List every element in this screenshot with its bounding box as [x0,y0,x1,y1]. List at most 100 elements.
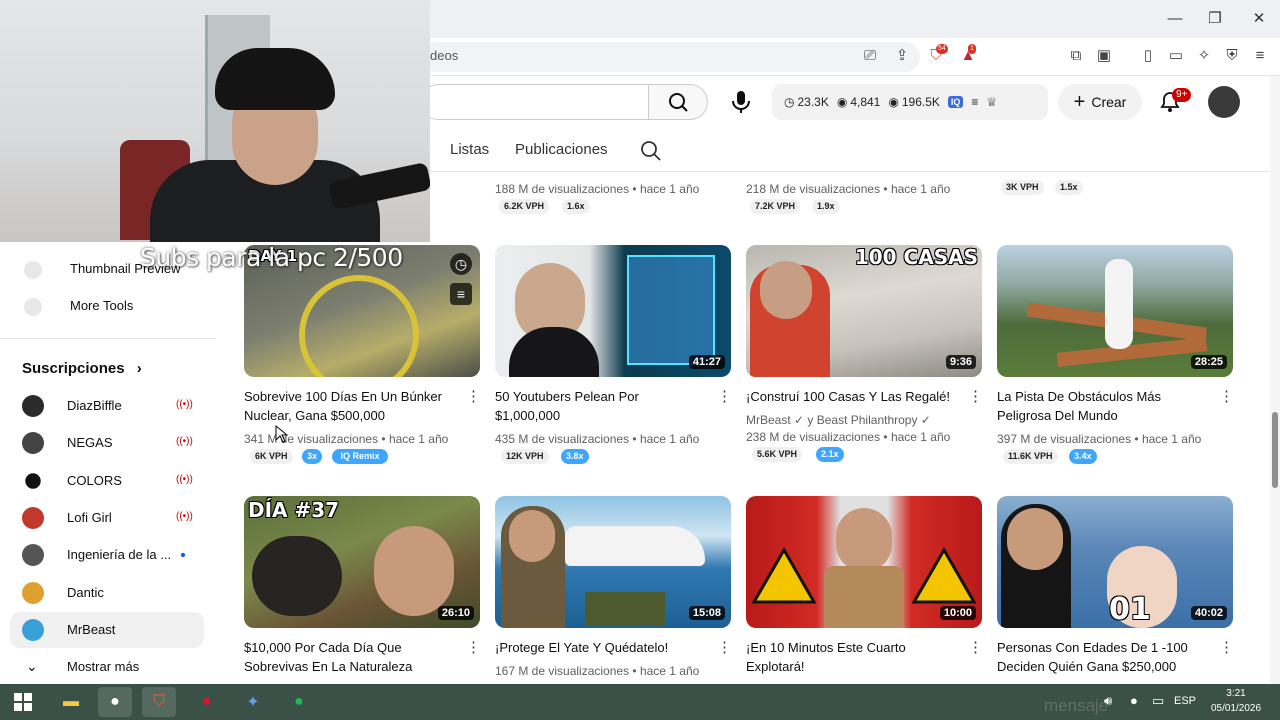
video-title[interactable]: 50 Youtubers Pelean Por $1,000,000 [495,387,707,425]
sidebar-subscription-ingenieria[interactable]: Ingeniería de la ... [10,537,204,573]
share-icon[interactable]: ⇪ [892,46,912,66]
reading-list-icon[interactable]: ▣ [1094,46,1114,66]
channel-name: MrBeast [67,622,116,637]
sidebar-divider [0,338,216,339]
vpn-icon[interactable]: ⛨ [1222,46,1242,66]
list-icon[interactable]: ≡ [971,95,978,109]
video-thumbnail[interactable]: 41:27 [495,245,731,377]
language-indicator[interactable]: ESP [1174,695,1196,707]
ratio-pill: 1.5x [1055,180,1083,195]
video-title[interactable]: ¡Construí 100 Casas Y Las Regalé! [746,387,958,406]
video-thumbnail[interactable]: 01 40:02 [997,496,1233,628]
thumbnail-bear [252,536,342,616]
video-title[interactable]: ¡Protege El Yate Y Quédatelo! [495,638,707,657]
microphone-tray-icon[interactable]: ● [1130,693,1138,708]
sidebar-subscription-lofi-girl[interactable]: Lofi Girl ((•)) [10,500,204,536]
webcam-overlay [0,0,430,242]
search-input[interactable] [420,84,650,120]
thumbnail-text: 100 CASAS [854,245,978,269]
video-thumbnail[interactable]: 100 CASAS 9:36 [746,245,982,377]
stat-value: 4,841 [850,95,881,109]
video-title[interactable]: Sobrevive 100 Días En Un Búnker Nuclear,… [244,387,456,425]
extensions-icon[interactable]: ⧉ [1066,46,1086,66]
brave-browser-icon[interactable]: ⛉ [142,687,176,717]
more-actions-icon[interactable]: ⋮ [968,640,983,655]
sidebar-subscription-negas[interactable]: NEGAS ((•)) [10,425,204,461]
page-scrollbar[interactable] [1270,76,1280,684]
thumbnail-face [509,510,555,562]
live-indicator-icon: ((•)) [176,399,193,410]
thumbnail-person [836,508,892,572]
plus-icon: + [1073,90,1086,113]
spotify-icon[interactable]: ● [282,687,316,717]
system-clock[interactable]: 3:21 05/01/2026 [1200,686,1272,716]
video-title[interactable]: Personas Con Edades De 1 -100 Deciden Qu… [997,638,1209,676]
video-duration: 40:02 [1190,606,1227,620]
video-duration: 10:00 [939,606,976,620]
video-title[interactable]: ¡En 10 Minutos Este Cuarto Explotará! [746,638,958,676]
ratio-pill: 2.1x [816,447,844,462]
battlenet-icon[interactable]: ✦ [236,687,270,717]
trophy-icon[interactable]: ♕ [986,95,997,109]
vidiq-logo-icon[interactable]: IQ [947,96,964,108]
obs-icon[interactable]: ● [98,687,132,717]
menu-icon[interactable]: ≡ [1250,46,1270,66]
cast-icon[interactable]: ⎚ [860,46,880,66]
more-actions-icon[interactable]: ⋮ [466,640,481,655]
brave-shield-badge: 54 [936,44,948,54]
more-actions-icon[interactable]: ⋮ [1219,640,1234,655]
channel-search-icon[interactable] [640,140,662,162]
video-title[interactable]: La Pista De Obstáculos Más Peligrosa Del… [997,387,1209,425]
battery-icon[interactable]: ▭ [1152,693,1164,709]
video-thumbnail[interactable]: 15:08 [495,496,731,628]
more-actions-icon[interactable]: ⋮ [1219,389,1234,404]
remix-pill[interactable]: IQ Remix [332,449,388,464]
mouse-cursor-icon [275,424,288,443]
wallet-icon[interactable]: ▭ [1166,46,1186,66]
video-thumbnail[interactable]: 10:00 [746,496,982,628]
leo-ai-icon[interactable]: ✧ [1194,46,1214,66]
more-actions-icon[interactable]: ⋮ [717,389,732,404]
sidebar-toggle-icon[interactable]: ▯ [1138,46,1158,66]
create-button[interactable]: + Crear [1058,84,1142,120]
video-channels[interactable]: MrBeast ✓ y Beast Philanthropy ✓ [746,413,931,427]
video-meta: 188 M de visualizaciones • hace 1 año [495,182,700,196]
watch-later-icon[interactable]: ◷ [450,253,472,275]
windows-start-icon[interactable] [6,687,40,717]
sidebar-subscription-colors[interactable]: COLORS ((•)) [10,463,204,499]
sidebar-subscription-mrbeast[interactable]: MrBeast [10,612,204,648]
sidebar-subscription-dantic[interactable]: Dantic [10,575,204,611]
opera-icon[interactable]: ● [190,687,224,717]
clock-icon: ◷ [784,95,795,109]
address-bar[interactable] [420,42,920,72]
minimize-button[interactable]: — [1164,8,1186,30]
search-button[interactable] [648,84,708,120]
sidebar-item-more-tools[interactable]: More Tools [0,289,216,325]
file-explorer-icon[interactable]: ▬ [54,687,88,717]
channel-avatar [22,395,44,417]
vph-pill: 7.2K VPH [750,199,801,214]
channel-avatar [22,582,44,604]
stream-overlay-text: Subs para la pc 2/500 [140,243,403,272]
account-avatar[interactable] [1208,86,1240,118]
show-more-button[interactable]: ⌄ Mostrar más [0,650,216,686]
video-thumbnail[interactable]: 28:25 [997,245,1233,377]
speaker-icon[interactable]: 🔊︎ [1104,693,1112,709]
voice-search-button[interactable] [722,84,760,120]
ratio-pill: 3.8x [561,449,589,464]
maximize-button[interactable]: ❐ [1204,8,1226,30]
close-window-button[interactable]: ✕ [1248,8,1270,30]
scrollbar-thumb[interactable] [1272,412,1278,488]
more-actions-icon[interactable]: ⋮ [466,389,481,404]
subscriptions-heading[interactable]: Suscripciones › [22,360,142,377]
video-thumbnail[interactable]: DÍA #37 26:10 [244,496,480,628]
eye-icon: ◉ [888,95,899,109]
add-to-queue-icon[interactable]: ≡ [450,283,472,305]
tab-listas[interactable]: Listas [450,141,489,158]
more-actions-icon[interactable]: ⋮ [717,640,732,655]
more-actions-icon[interactable]: ⋮ [968,389,983,404]
tab-publicaciones[interactable]: Publicaciones [515,141,608,158]
video-title[interactable]: $10,000 Por Cada Día Que Sobrevivas En L… [244,638,456,676]
address-text: deos [430,48,459,63]
sidebar-subscription-diazbiffle[interactable]: DiazBiffle ((•)) [10,388,204,424]
